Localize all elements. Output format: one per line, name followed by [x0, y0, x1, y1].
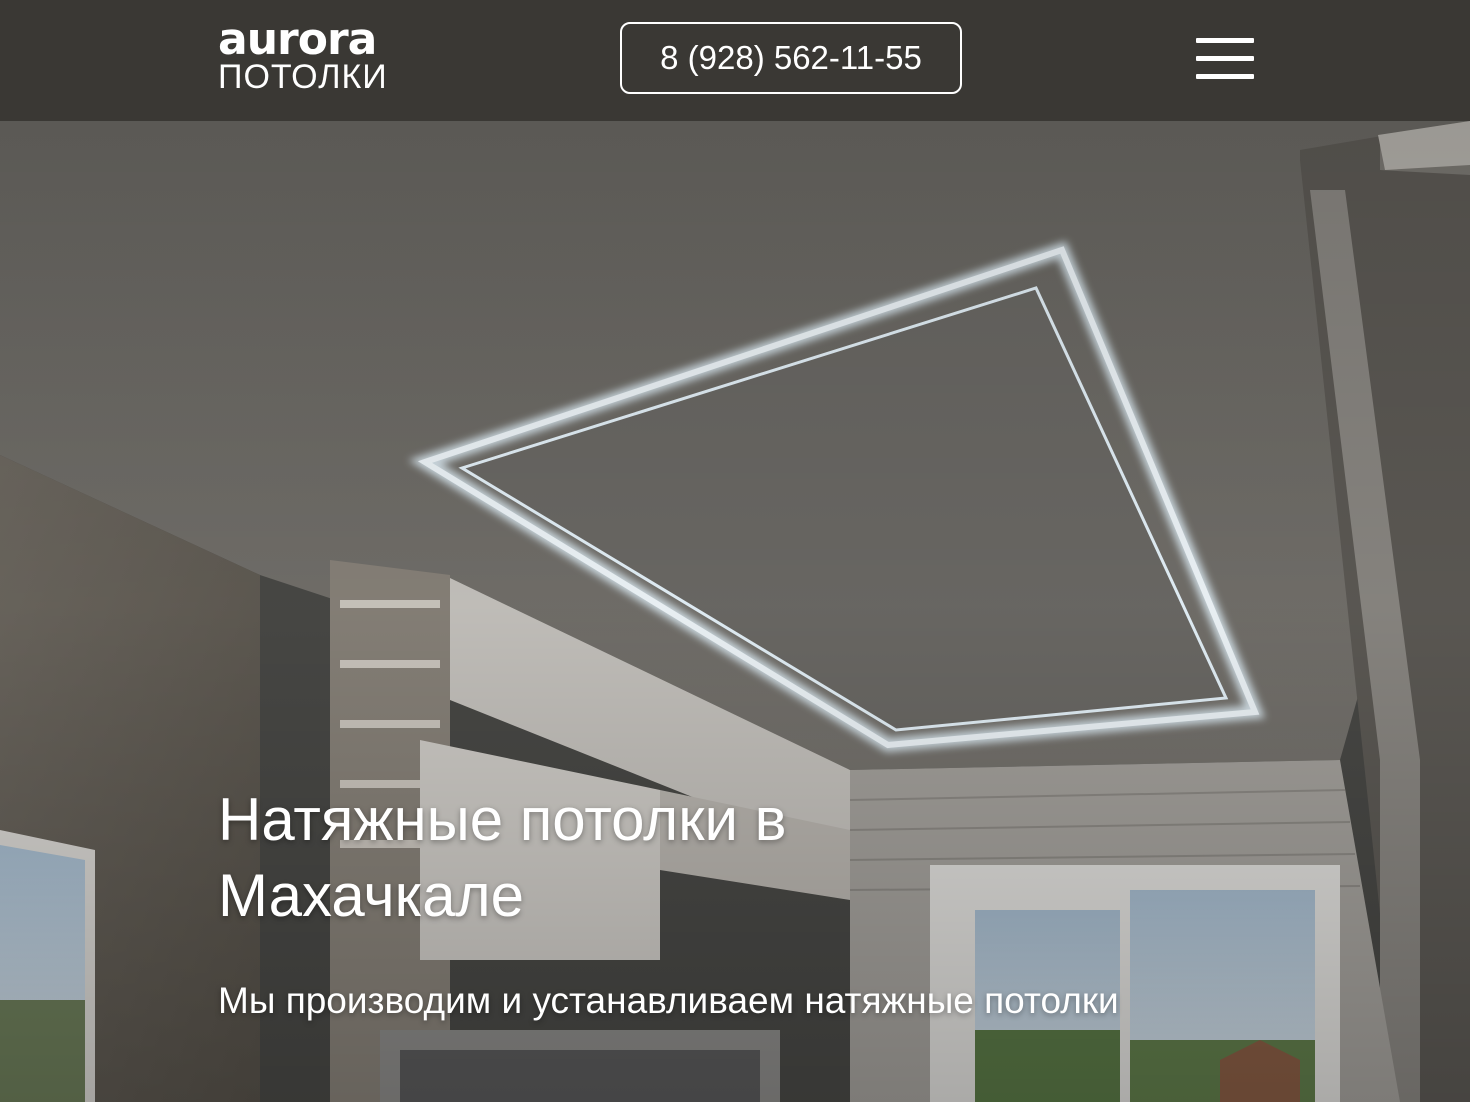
logo[interactable]: aurora ПОТОЛКИ: [218, 14, 388, 96]
phone-number: 8 (928) 562-11-55: [660, 39, 922, 76]
hamburger-menu-icon[interactable]: [1196, 38, 1254, 82]
hero-overlay: [0, 0, 1470, 1102]
logo-main-text: aurora: [218, 14, 377, 65]
phone-button[interactable]: 8 (928) 562-11-55: [620, 22, 962, 94]
menu-bar: [1196, 74, 1254, 79]
site-header: aurora ПОТОЛКИ 8 (928) 562-11-55: [0, 0, 1470, 121]
menu-bar: [1196, 56, 1254, 61]
logo-sub-text: ПОТОЛКИ: [218, 58, 388, 96]
hero-subtitle: Мы производим и устанавливаем натяжные п…: [218, 980, 1119, 1021]
menu-bar: [1196, 38, 1254, 43]
page: aurora ПОТОЛКИ 8 (928) 562-11-55 Натяжны…: [0, 0, 1470, 1102]
hero-title: Натяжные потолки в Махачкале: [218, 786, 787, 929]
